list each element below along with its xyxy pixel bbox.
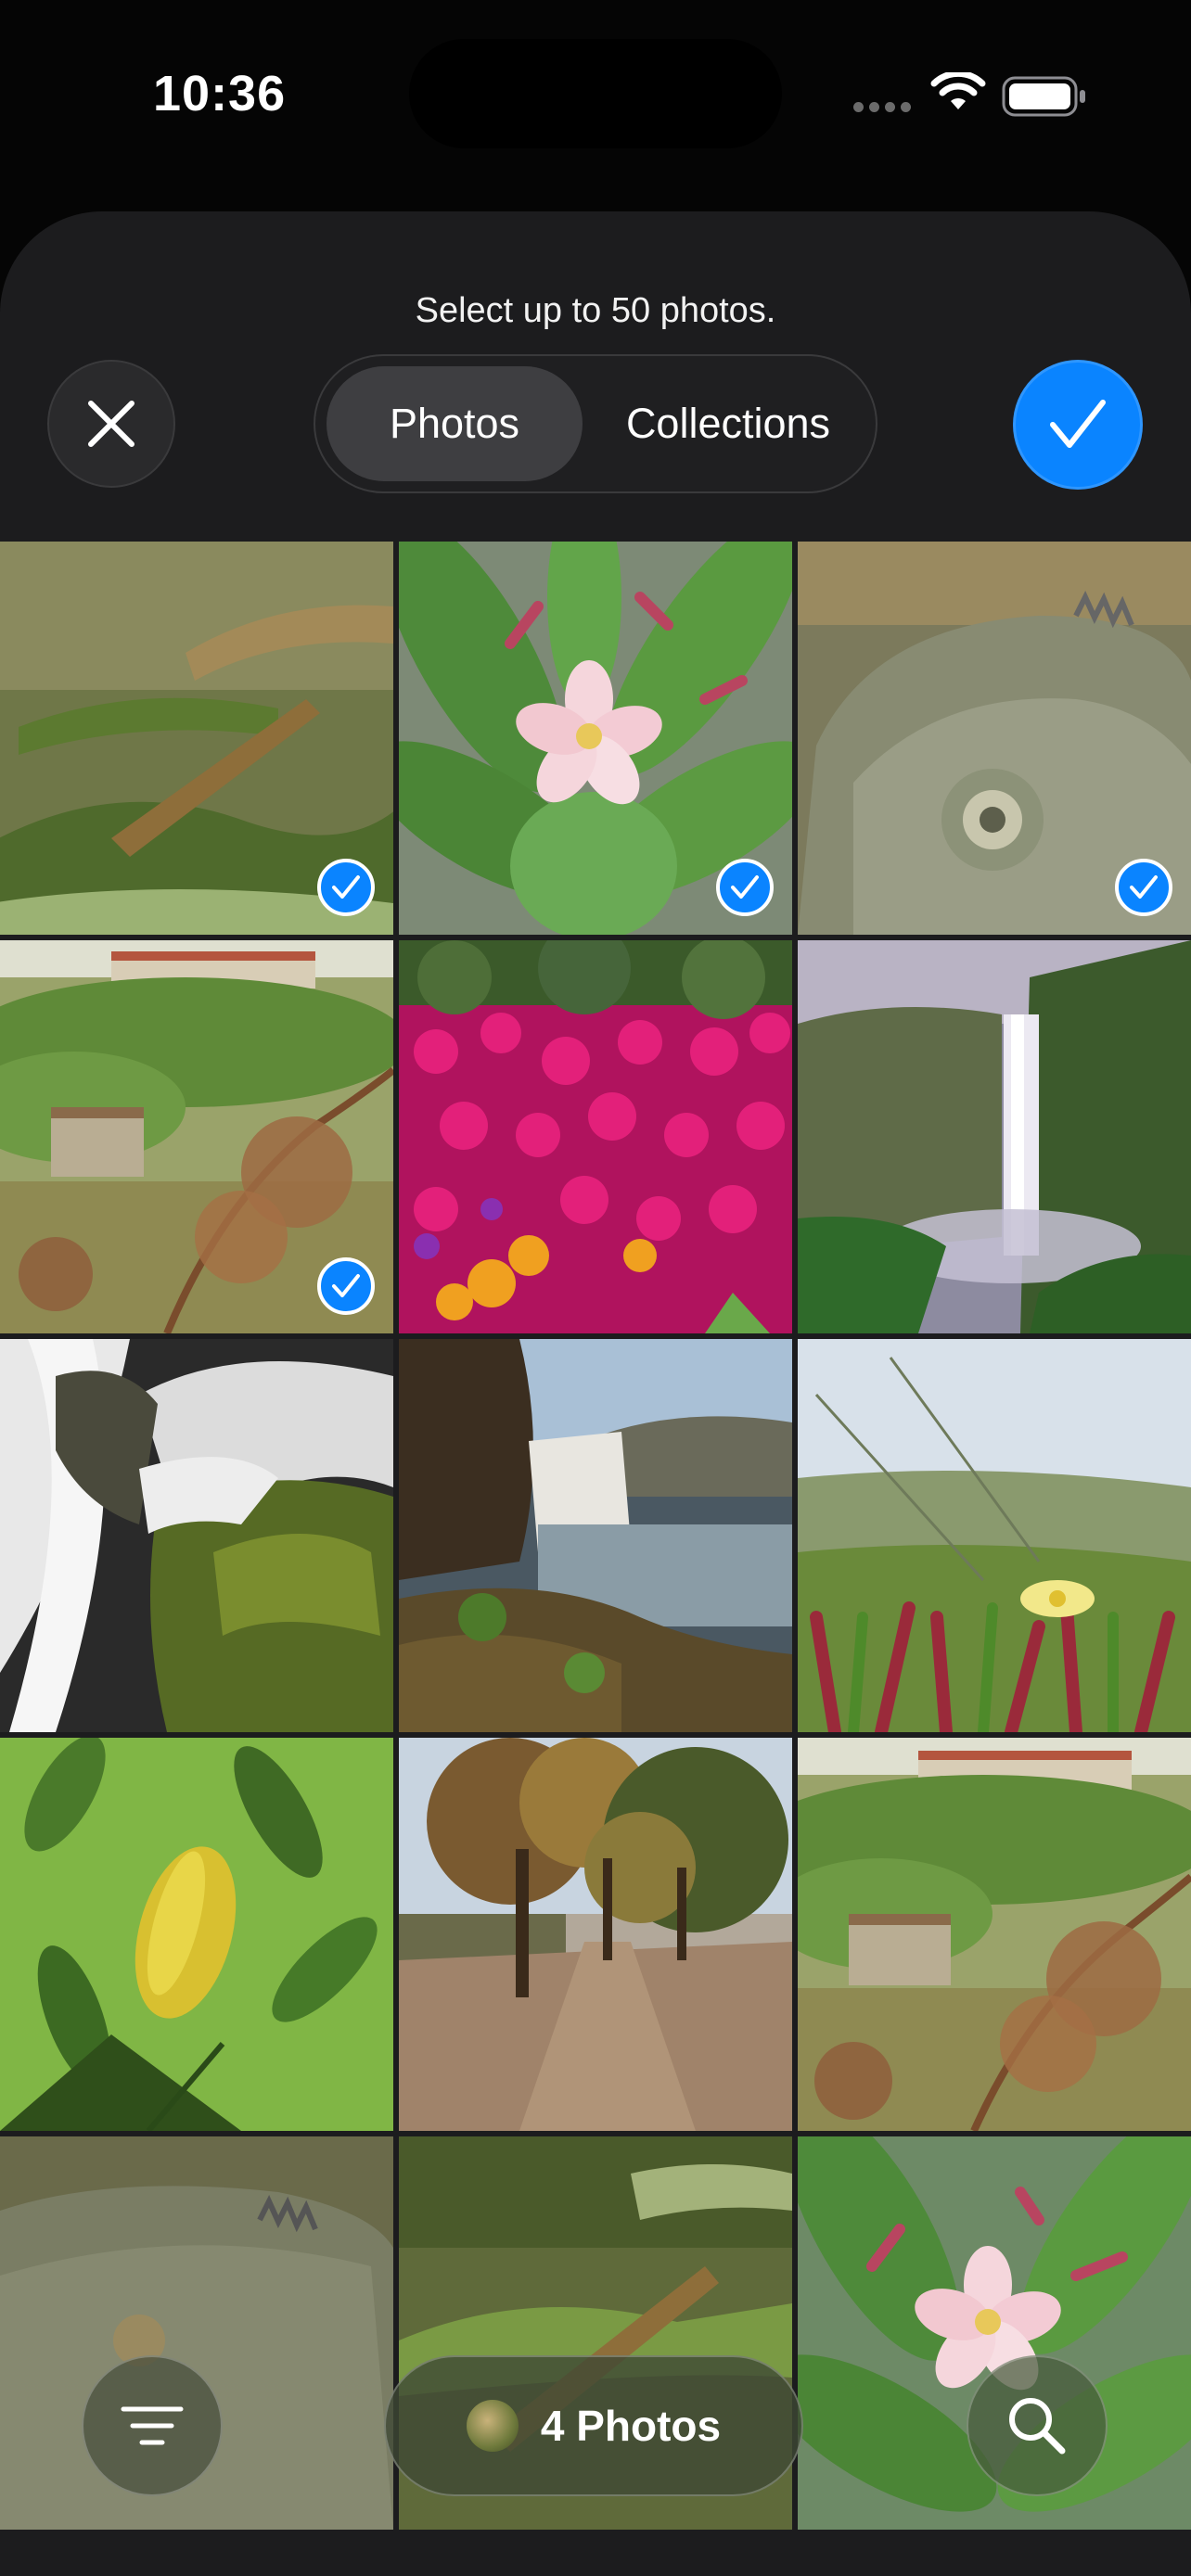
selected-checkmark-icon [1115, 859, 1172, 916]
photo-thumbnail-yellow-leaf[interactable] [0, 1738, 393, 2131]
photo-picker-screen: 10:36 Select up to 50 photos. Photos Col… [0, 0, 1191, 2576]
selection-thumbnail [466, 2400, 519, 2452]
tab-collections[interactable]: Collections [594, 366, 863, 481]
selected-checkmark-icon [317, 859, 375, 916]
photo-thumbnail-waterfall-lake[interactable] [399, 1339, 792, 1732]
dynamic-island [409, 39, 782, 148]
tab-photos[interactable]: Photos [327, 366, 583, 481]
search-button[interactable] [967, 2355, 1108, 2496]
photo-thumbnail-magenta-flowers[interactable] [399, 940, 792, 1333]
selected-checkmark-icon [716, 859, 774, 916]
photo-thumbnail-countryside[interactable] [0, 940, 393, 1333]
photo-thumbnail-waterfall-rocks[interactable] [0, 1339, 393, 1732]
selected-photos-button[interactable]: 4 Photos [384, 2355, 803, 2496]
cellular-signal-icon [853, 102, 911, 112]
selected-checkmark-icon [317, 1257, 375, 1315]
status-time: 10:36 [153, 66, 287, 121]
wifi-icon [930, 72, 986, 109]
view-segmented-control: Photos Collections [314, 354, 877, 493]
filter-icon [121, 2406, 184, 2445]
photo-thumbnail-countryside-2[interactable] [798, 1738, 1191, 2131]
photo-thumbnail-frangipani[interactable] [399, 542, 792, 935]
done-button[interactable] [1013, 360, 1143, 490]
photo-thumbnail-iguana[interactable] [798, 542, 1191, 935]
photo-thumbnail-blurred-leaves[interactable] [0, 542, 393, 935]
filter-button[interactable] [82, 2355, 223, 2496]
checkmark-icon [1050, 400, 1106, 448]
photo-thumbnail-autumn-path[interactable] [399, 1738, 792, 2131]
photo-thumbnail-ice-plant[interactable] [798, 1339, 1191, 1732]
selected-count-label: 4 Photos [540, 2402, 722, 2450]
picker-title: Select up to 50 photos. [415, 291, 776, 330]
battery-icon [1002, 76, 1085, 117]
close-button[interactable] [47, 360, 175, 488]
photo-thumbnail-waterfall-cliff[interactable] [798, 940, 1191, 1333]
search-icon [1009, 2398, 1066, 2455]
close-icon [88, 401, 134, 447]
